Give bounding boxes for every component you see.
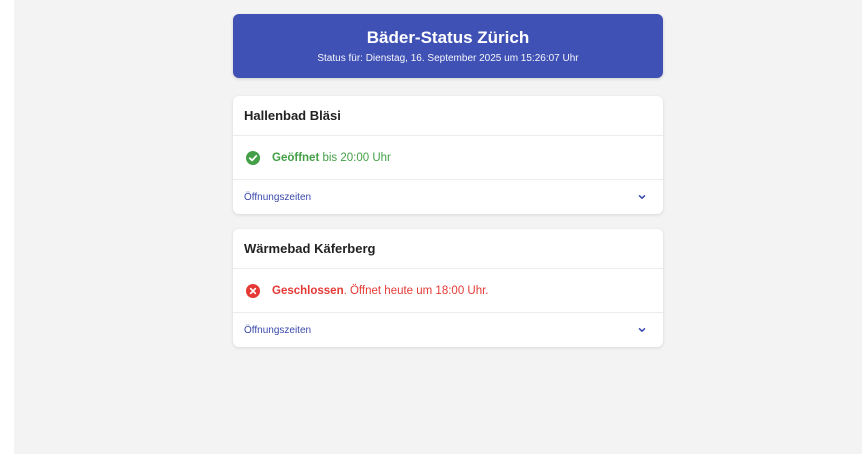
opening-hours-toggle[interactable]: Öffnungszeiten [233,313,663,347]
pool-name: Wärmebad Käferberg [233,229,663,269]
x-circle-icon [246,283,260,298]
chevron-down-icon [637,325,647,335]
page-title: Bäder-Status Zürich [366,28,530,47]
pool-status: Geschlossen. Öffnet heute um 18:00 Uhr. [233,269,663,313]
check-circle-icon [246,150,260,165]
page-background: Bäder-Status Zürich Status für: Dienstag… [14,0,862,454]
pool-card-waermebad-kaeferberg: Wärmebad Käferberg Geschlossen. Öffnet h… [233,229,663,347]
pool-card-hallenbad-blaesi: Hallenbad Bläsi Geöffnet bis 20:00 Uhr Ö… [233,96,663,214]
status-timestamp: Status für: Dienstag, 16. September 2025… [317,53,579,64]
pool-status: Geöffnet bis 20:00 Uhr [233,136,663,180]
pool-name: Hallenbad Bläsi [233,96,663,136]
status-detail: . Öffnet heute um 18:00 Uhr. [343,284,489,297]
status-label: Geschlossen [272,284,344,297]
opening-hours-toggle[interactable]: Öffnungszeiten [233,180,663,214]
opening-hours-label: Öffnungszeiten [244,191,312,203]
status-detail: bis 20:00 Uhr [319,151,391,164]
status-label: Geöffnet [272,151,320,164]
chevron-down-icon [637,192,647,202]
page-header: Bäder-Status Zürich Status für: Dienstag… [233,14,663,78]
opening-hours-label: Öffnungszeiten [244,324,312,336]
main-container: Bäder-Status Zürich Status für: Dienstag… [233,14,663,347]
